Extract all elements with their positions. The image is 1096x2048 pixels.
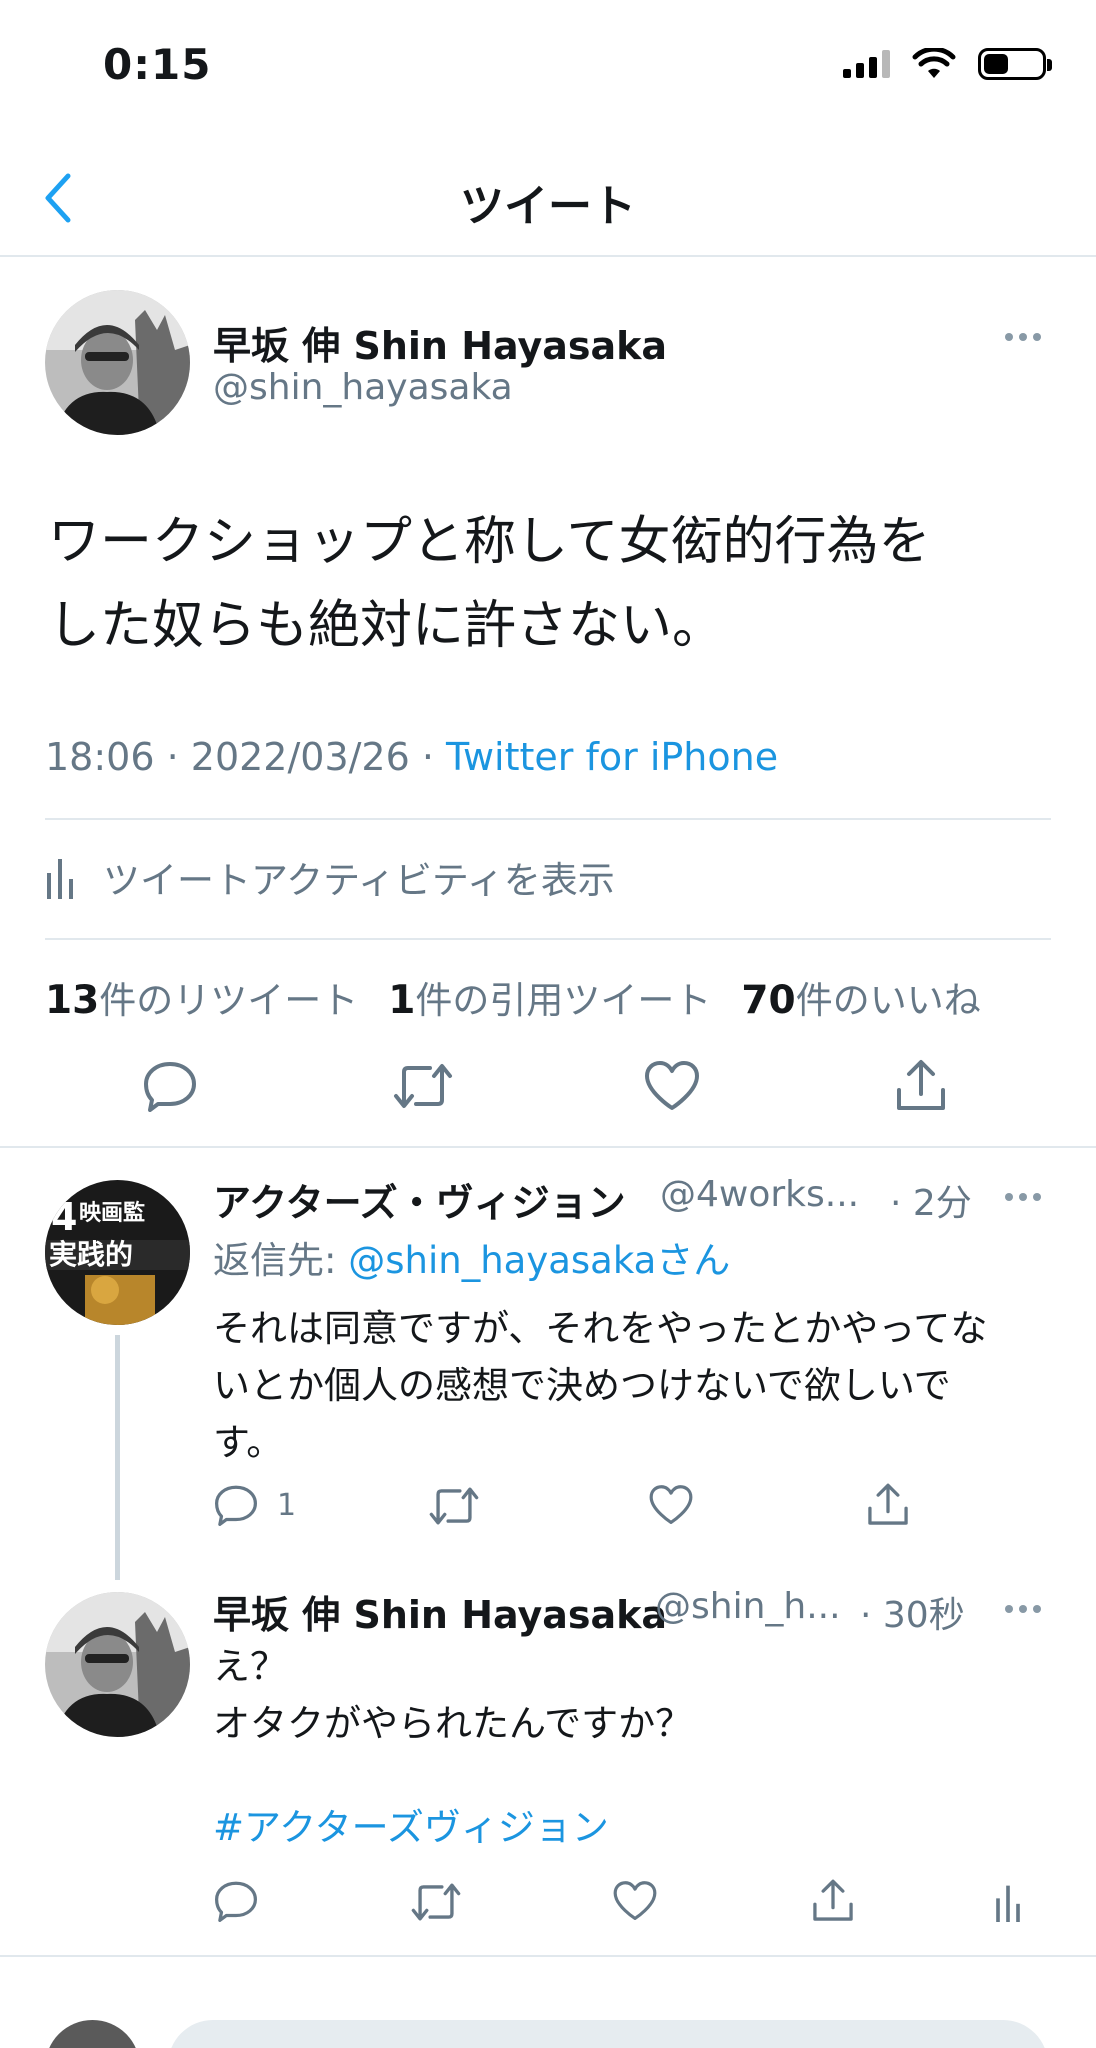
status-icons [843, 48, 1052, 80]
quote-count: 1 [388, 978, 416, 1023]
more-icon[interactable] [1005, 333, 1041, 341]
reply-author-handle[interactable]: @shin_h... [655, 1586, 841, 1627]
reply-compose-input[interactable] [168, 2020, 1048, 2048]
like-label: 件のいいね [795, 979, 981, 1022]
author-handle[interactable]: @shin_hayasaka [213, 367, 513, 408]
tweet-text-line: した奴らも絶対に許さない。 [48, 596, 725, 656]
like-icon [649, 1485, 693, 1525]
quotes-stat[interactable]: 1件の引用ツイート [388, 970, 711, 1024]
engagement-stats: 13件のリツイート 1件の引用ツイート 70件のいいね [45, 970, 981, 1024]
hashtag-link[interactable]: #アクターズヴィジョン [213, 1806, 609, 1849]
reply-icon [215, 1485, 257, 1526]
reply-text-line: オタクがやられたんですか？ [213, 1702, 693, 1745]
retweet-button[interactable] [428, 1484, 480, 1528]
activity-label: ツイートアクティビティを表示 [103, 859, 615, 902]
tweet-text-line: ワークショップと称して女衒的行為を [48, 512, 931, 572]
reply-text: それは同意ですが、それをやったとかやってな いとか個人の感想で決めつけないで欲し… [213, 1300, 1053, 1471]
meta-separator: · [409, 735, 447, 779]
quote-label: 件の引用ツイート [415, 979, 712, 1022]
reply-count: 1 [277, 1487, 297, 1523]
tweet-text: ワークショップと称して女衒的行為を した奴らも絶対に許さない。 [48, 500, 1058, 668]
more-icon[interactable] [1005, 1605, 1041, 1613]
reply-author-name[interactable]: アクターズ・ヴィジョン [213, 1172, 626, 1227]
tweet-meta: 18:06 · 2022/03/26 · Twitter for iPhone [45, 735, 778, 779]
tweet-analytics-button[interactable] [993, 1882, 1023, 1922]
reply-to-prefix: 返信先: [213, 1239, 349, 1282]
cellular-signal-icon [843, 50, 890, 78]
share-icon [868, 1483, 908, 1525]
retweet-icon [429, 1487, 479, 1525]
reply-author-avatar[interactable]: 4 映画監 実践的 [45, 1180, 190, 1325]
reply-time: · 2分 [890, 1183, 972, 1224]
reply-text-line: す。 [213, 1421, 284, 1464]
reply-time: · 30秒 [860, 1595, 965, 1636]
svg-text:映画監: 映画監 [79, 1201, 145, 1226]
reply-text-line: え？ [213, 1645, 287, 1688]
svg-text:4: 4 [51, 1195, 77, 1239]
author-name[interactable]: 早坂 伸 Shin Hayasaka [213, 315, 667, 370]
reply-to-handle[interactable]: @shin_hayasaka [348, 1239, 656, 1282]
retweet-count: 13 [45, 978, 100, 1023]
more-icon[interactable] [1005, 1193, 1041, 1201]
status-time: 0:15 [103, 40, 212, 89]
reply-hashtag-line: #アクターズヴィジョン [213, 1799, 1053, 1856]
reply-author-handle[interactable]: @4works... [660, 1174, 859, 1215]
divider [45, 938, 1051, 940]
wifi-icon [912, 48, 956, 78]
like-icon [645, 1061, 699, 1110]
reply-text: え？ オタクがやられたんですか？ [213, 1638, 1053, 1752]
like-button[interactable] [648, 1484, 694, 1526]
retweet-icon [411, 1883, 461, 1921]
like-button[interactable] [643, 1060, 701, 1112]
thread-connector [115, 1335, 120, 1580]
retweet-icon [394, 1064, 452, 1108]
share-icon [813, 1879, 853, 1921]
reply-button[interactable] [142, 1060, 198, 1112]
status-bar: 0:15 [0, 0, 1096, 140]
analytics-icon [47, 859, 73, 899]
tweet-date: 2022/03/26 [190, 735, 410, 779]
share-icon [897, 1060, 945, 1110]
retweets-stat[interactable]: 13件のリツイート [45, 970, 358, 1024]
retweet-button[interactable] [392, 1060, 454, 1112]
reply-to: 返信先: @shin_hayasakaさん [213, 1230, 730, 1284]
reply-button[interactable] [213, 1880, 259, 1922]
like-button[interactable] [612, 1880, 658, 1922]
reply-text-line: いとか個人の感想で決めつけないで欲しいで [213, 1364, 951, 1407]
reply-text-line: それは同意ですが、それをやったとかやってな [213, 1307, 988, 1350]
reply-author-avatar[interactable] [45, 1592, 190, 1737]
tweet-time: 18:06 [45, 735, 155, 779]
reply-icon [144, 1062, 196, 1112]
reply-button[interactable]: 1 [213, 1484, 296, 1526]
analytics-icon [996, 1885, 1020, 1922]
navigation-bar: ツイート [0, 140, 1096, 257]
battery-icon [978, 48, 1052, 80]
retweet-button[interactable] [410, 1880, 462, 1924]
page-title: ツイート [460, 181, 636, 232]
section-divider [0, 1146, 1096, 1148]
divider [45, 818, 1051, 820]
share-button[interactable] [865, 1482, 911, 1528]
share-button[interactable] [810, 1878, 856, 1924]
tweet-source-link[interactable]: Twitter for iPhone [446, 735, 778, 779]
like-count: 70 [741, 978, 796, 1023]
author-avatar[interactable] [45, 290, 190, 435]
tweet-activity-link[interactable]: ツイートアクティビティを表示 [45, 850, 615, 904]
reply-to-suffix: さん [656, 1239, 731, 1282]
reply-author-name[interactable]: 早坂 伸 Shin Hayasaka [213, 1584, 667, 1639]
meta-separator: · [154, 735, 191, 779]
reply-icon [215, 1881, 257, 1922]
retweet-label: 件のリツイート [99, 979, 359, 1022]
like-icon [613, 1881, 657, 1921]
svg-text:実践的: 実践的 [49, 1238, 133, 1271]
share-button[interactable] [893, 1058, 949, 1114]
likes-stat[interactable]: 70件のいいね [741, 970, 980, 1024]
